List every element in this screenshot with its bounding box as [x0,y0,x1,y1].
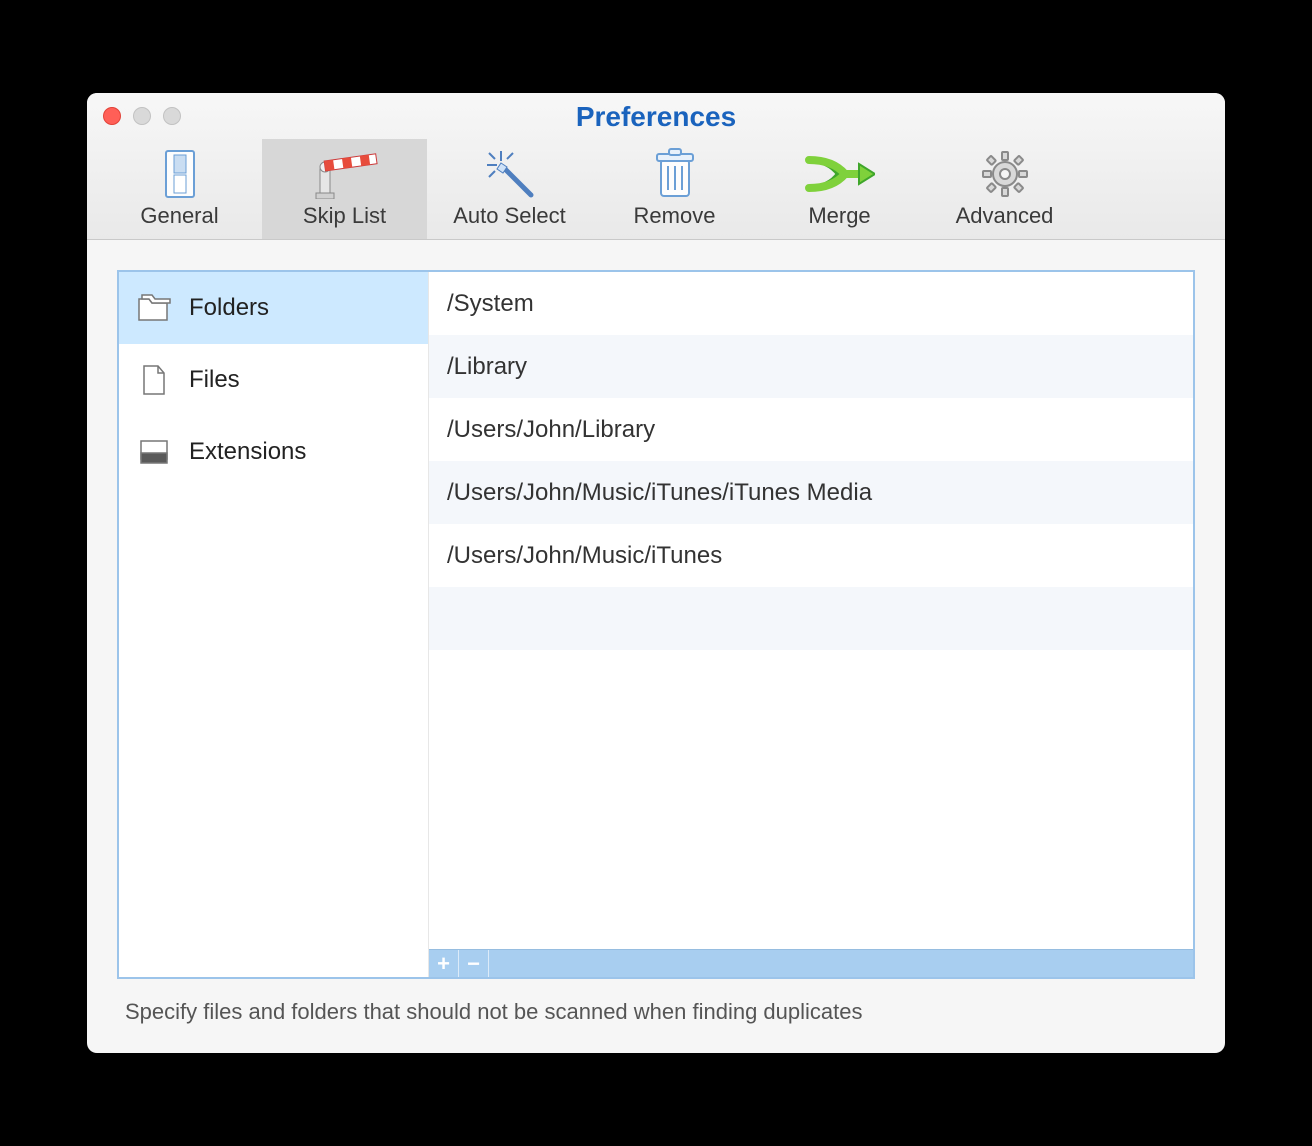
wand-icon [481,145,539,203]
tab-label: Remove [634,203,716,229]
skip-list: /System /Library /Users/John/Library /Us… [429,272,1193,949]
skip-list-panel: Folders Files [117,270,1195,979]
add-button[interactable]: + [429,950,459,977]
category-sidebar: Folders Files [119,272,429,977]
titlebar: Preferences General [87,93,1225,240]
tab-merge[interactable]: Merge [757,139,922,239]
switch-icon [158,145,202,203]
tab-label: Skip List [303,203,386,229]
sidebar-item-label: Extensions [189,438,306,466]
trash-icon [653,145,697,203]
list-item[interactable]: /Library [429,335,1193,398]
tab-label: Auto Select [453,203,566,229]
tab-label: General [140,203,218,229]
skip-list-pane: /System /Library /Users/John/Library /Us… [429,272,1193,977]
barrier-icon [310,145,380,203]
list-item[interactable]: /Users/John/Music/iTunes/iTunes Media [429,461,1193,524]
list-footer: + − [429,949,1193,977]
window-title: Preferences [87,101,1225,133]
list-item[interactable]: /System [429,272,1193,335]
gear-icon [980,145,1030,203]
preferences-window: Preferences General [87,93,1225,1053]
sidebar-item-label: Folders [189,294,269,322]
list-item[interactable]: /Users/John/Music/iTunes [429,524,1193,587]
hint-text: Specify files and folders that should no… [117,979,1195,1033]
tab-skip-list[interactable]: Skip List [262,139,427,239]
sidebar-item-files[interactable]: Files [119,344,428,416]
sidebar-item-extensions[interactable]: Extensions [119,416,428,488]
content-area: Folders Files [87,240,1225,1053]
folder-icon [137,293,171,323]
tab-label: Advanced [956,203,1054,229]
extensions-icon [137,437,171,467]
tab-label: Merge [808,203,870,229]
file-icon [137,365,171,395]
tab-remove[interactable]: Remove [592,139,757,239]
tab-auto-select[interactable]: Auto Select [427,139,592,239]
tab-general[interactable]: General [97,139,262,239]
sidebar-item-folders[interactable]: Folders [119,272,428,344]
merge-arrows-icon [805,145,875,203]
list-item[interactable]: /Users/John/Library [429,398,1193,461]
tab-advanced[interactable]: Advanced [922,139,1087,239]
remove-button[interactable]: − [459,950,489,977]
list-item-empty [429,587,1193,650]
sidebar-item-label: Files [189,366,240,394]
preferences-toolbar: General Skip [87,139,1225,239]
